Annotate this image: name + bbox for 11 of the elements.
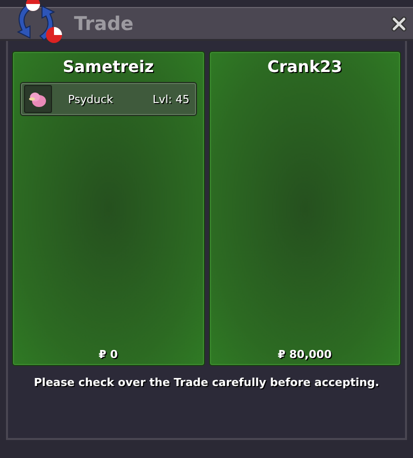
trainer-name: Sametreiz	[62, 57, 155, 76]
pokemon-level: Lvl: 45	[152, 92, 190, 106]
trainer-name: Crank23	[266, 57, 344, 76]
window-title: Trade	[74, 12, 135, 34]
close-icon[interactable]	[391, 16, 407, 32]
duck-icon	[24, 85, 52, 113]
pokemon-name: Psyduck	[68, 92, 114, 106]
notice-text: Please check over the Trade carefully before accepting.	[32, 376, 380, 389]
money-amount: ₽ 0	[98, 348, 119, 361]
money-amount: ₽ 80,000	[276, 348, 333, 361]
pokemon-slot[interactable]: Psyduck Lvl: 45	[20, 82, 196, 116]
